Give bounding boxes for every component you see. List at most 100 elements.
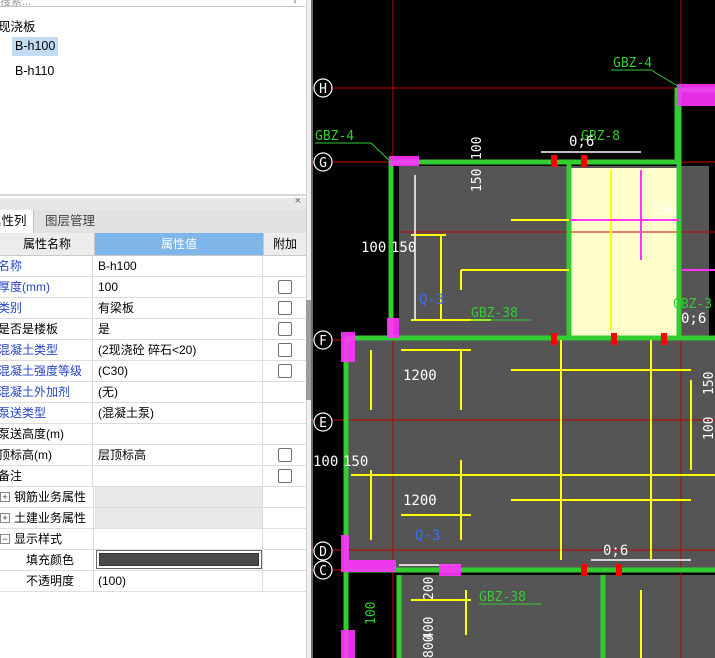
axis-e: E bbox=[319, 416, 327, 431]
row-name: 备注 bbox=[0, 466, 93, 486]
property-grid: 属性名称 属性值 附加 名称 B-h100 厚度(mm) 100 类别 有梁板 … bbox=[0, 233, 306, 592]
expand-icon[interactable]: + bbox=[0, 492, 10, 502]
axis-d: D bbox=[319, 545, 327, 560]
extra-checkbox[interactable] bbox=[278, 280, 292, 294]
table-row[interactable]: 填充颜色 bbox=[0, 550, 306, 571]
cad-drawing-canvas[interactable]: H G F E D C GBZ-4 GBZ-4 GBZ-8 GBZ-38 GBZ… bbox=[311, 0, 715, 658]
search-bar[interactable]: 搜索... ⚲ bbox=[0, 0, 305, 8]
axis-c: C bbox=[319, 564, 327, 579]
tree-item-b-h110[interactable]: B-h110 bbox=[12, 62, 57, 81]
row-value[interactable]: (2现浇砼 碎石<20) bbox=[95, 340, 263, 360]
table-row[interactable]: 不透明度 (100) bbox=[0, 571, 306, 592]
label-150-left: 150 bbox=[391, 240, 416, 256]
row-name: + 钢筋业务属性 bbox=[0, 487, 94, 507]
row-name: 填充颜色 bbox=[0, 550, 94, 570]
row-name: 名称 bbox=[0, 256, 93, 276]
row-value[interactable]: 层顶标高 bbox=[95, 445, 263, 465]
group-label: 钢筋业务属性 bbox=[14, 490, 87, 504]
tree-root[interactable]: 现浇板 bbox=[0, 16, 36, 35]
table-row[interactable]: 混凝土外加剂 (无) bbox=[0, 382, 306, 403]
table-row[interactable]: 泵送高度(m) bbox=[0, 424, 306, 445]
splitter[interactable] bbox=[0, 194, 306, 196]
extra-checkbox[interactable] bbox=[278, 301, 292, 315]
table-row[interactable]: 类别 有梁板 bbox=[0, 298, 306, 319]
search-placeholder: 搜索... bbox=[0, 0, 32, 8]
table-row[interactable]: 厚度(mm) 100 bbox=[0, 277, 306, 298]
row-name: 混凝土强度等级 bbox=[0, 361, 93, 381]
table-row[interactable]: 顶标高(m) 层顶标高 bbox=[0, 445, 306, 466]
table-row[interactable]: 名称 B-h100 bbox=[0, 256, 306, 277]
tab-layer-management[interactable]: 图层管理 bbox=[45, 210, 95, 233]
row-extra bbox=[264, 256, 306, 276]
label-100-bottom-vert: 800 bbox=[422, 635, 437, 658]
slab-region bbox=[399, 575, 715, 658]
collapse-icon[interactable]: − bbox=[0, 534, 10, 544]
row-extra bbox=[264, 571, 306, 591]
label-200-right-vert: 100 bbox=[702, 417, 715, 440]
extra-checkbox[interactable] bbox=[278, 343, 292, 357]
row-extra bbox=[264, 424, 306, 444]
panel-tabs: 属性列表 图层管理 bbox=[0, 210, 306, 251]
label-06-a: 0;6 bbox=[569, 134, 594, 150]
row-value[interactable]: 是 bbox=[95, 319, 263, 339]
extra-checkbox[interactable] bbox=[278, 448, 292, 462]
label-q3-a: Q-3 bbox=[419, 292, 444, 308]
panel-title-bar: × bbox=[0, 195, 306, 210]
axis-h: H bbox=[319, 82, 327, 97]
extra-checkbox[interactable] bbox=[278, 322, 292, 336]
color-swatch[interactable] bbox=[99, 553, 259, 566]
tree-item-b-h100[interactable]: B-h100 bbox=[12, 37, 59, 56]
table-row[interactable]: 混凝土类型 (2现浇砼 碎石<20) bbox=[0, 340, 306, 361]
row-name: 顶标高(m) bbox=[0, 445, 93, 465]
axis-g: G bbox=[319, 156, 327, 171]
row-extra bbox=[264, 277, 306, 297]
row-value[interactable]: 100 bbox=[95, 277, 263, 297]
row-value[interactable] bbox=[95, 466, 263, 486]
row-value[interactable]: 有梁板 bbox=[95, 298, 263, 318]
label-06-b: 0;6 bbox=[681, 311, 706, 327]
row-value[interactable]: (C30) bbox=[95, 361, 263, 381]
row-name: + 土建业务属性 bbox=[0, 508, 94, 528]
fill-color-value[interactable] bbox=[95, 550, 263, 570]
label-gbz38-a: GBZ-38 bbox=[471, 306, 518, 321]
table-row[interactable]: 混凝土强度等级 (C30) bbox=[0, 361, 306, 382]
row-name: 类别 bbox=[0, 298, 93, 318]
label-150-vert: 150 bbox=[470, 169, 485, 192]
row-name: 是否是楼板 bbox=[0, 319, 93, 339]
row-extra bbox=[264, 487, 306, 507]
row-value bbox=[95, 487, 263, 507]
label-gbz4-top: GBZ-4 bbox=[613, 56, 652, 71]
label-100-vert: 100 bbox=[470, 137, 485, 160]
table-row[interactable]: 泵送类型 (混凝土泵) bbox=[0, 403, 306, 424]
group-row-rebar[interactable]: + 钢筋业务属性 bbox=[0, 487, 306, 508]
row-extra bbox=[264, 550, 306, 570]
row-value[interactable]: (无) bbox=[95, 382, 263, 402]
row-value[interactable]: B-h100 bbox=[95, 256, 263, 276]
row-value[interactable]: (100) bbox=[95, 571, 263, 591]
grid-header: 属性名称 属性值 附加 bbox=[0, 233, 306, 256]
table-row[interactable]: 是否是楼板 是 bbox=[0, 319, 306, 340]
group-label: 显示样式 bbox=[14, 532, 63, 546]
row-value[interactable] bbox=[95, 424, 263, 444]
header-extra: 附加 bbox=[264, 233, 306, 255]
row-extra bbox=[264, 298, 306, 318]
row-extra bbox=[264, 319, 306, 339]
left-panel: 搜索... ⚲ 现浇板 B-h100 B-h110 × 属性列表 图层管理 属性… bbox=[0, 0, 308, 658]
extra-checkbox[interactable] bbox=[278, 364, 292, 378]
expand-icon[interactable]: + bbox=[0, 513, 10, 523]
label-400-vert: 200 bbox=[422, 577, 437, 600]
label-06-c: 0;6 bbox=[603, 543, 628, 559]
magnifier-icon[interactable]: ⚲ bbox=[291, 0, 299, 5]
group-row-civil[interactable]: + 土建业务属性 bbox=[0, 508, 306, 529]
tab-property-list[interactable]: 属性列表 bbox=[0, 210, 34, 251]
row-value[interactable]: (混凝土泵) bbox=[95, 403, 263, 423]
axis-f: F bbox=[319, 334, 327, 349]
row-name: 泵送类型 bbox=[0, 403, 93, 423]
label-100-left: 100 bbox=[361, 240, 386, 256]
label-gbz4-left: GBZ-4 bbox=[315, 129, 354, 144]
close-icon[interactable]: × bbox=[295, 195, 301, 207]
group-row-display-style[interactable]: − 显示样式 bbox=[0, 529, 306, 550]
highlighted-slab bbox=[569, 168, 679, 336]
table-row[interactable]: 备注 bbox=[0, 466, 306, 487]
extra-checkbox[interactable] bbox=[278, 469, 292, 483]
